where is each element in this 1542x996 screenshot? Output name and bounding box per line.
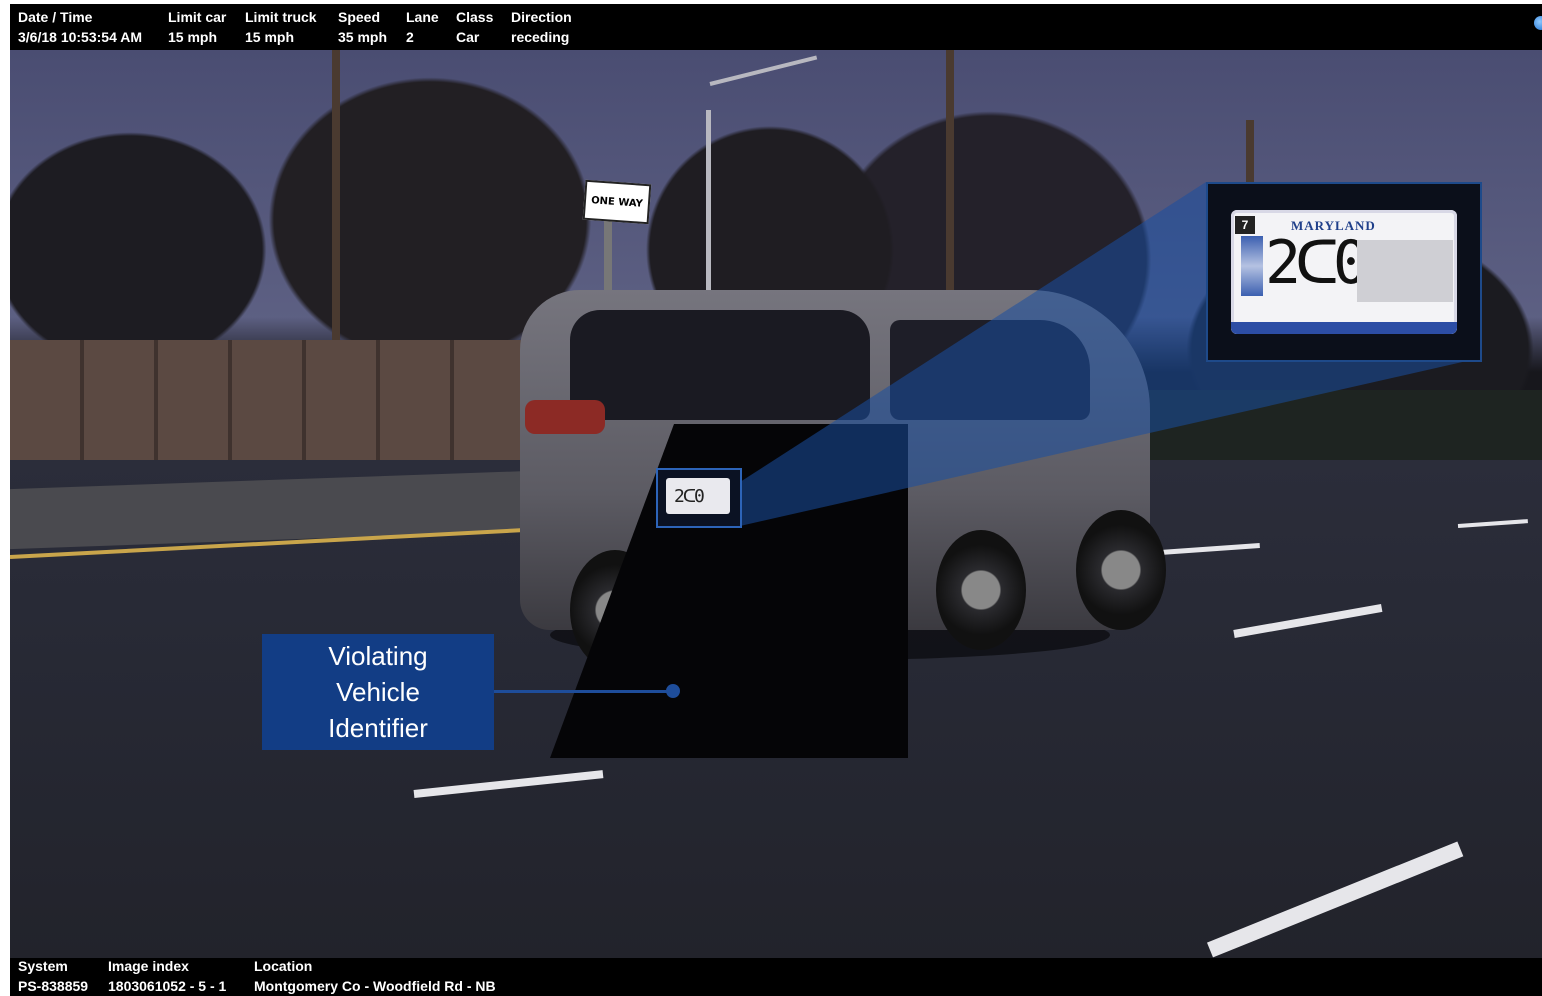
field-value: 35 mph — [338, 29, 388, 45]
field-label: Speed — [338, 9, 381, 25]
field-date-time: Date / Time 3/6/18 10:53:54 AM — [18, 7, 142, 47]
field-value: 15 mph — [245, 29, 295, 45]
field-system: System PS-838859 — [18, 956, 88, 996]
field-value: Montgomery Co - Woodfield Rd - NB — [254, 978, 496, 994]
field-value: PS-838859 — [18, 978, 89, 994]
field-value: 15 mph — [168, 29, 218, 45]
header-data-strip: Date / Time 3/6/18 10:53:54 AM Limit car… — [10, 4, 1542, 50]
plate-number: 2ᑕ0 — [1265, 228, 1369, 298]
field-label: Date / Time — [18, 9, 93, 25]
field-label: Limit truck — [245, 9, 317, 25]
field-label: Limit car — [168, 9, 227, 25]
license-plate-enlarged: 7 MARYLAND 2ᑕ0 — [1231, 210, 1457, 334]
field-label: Location — [254, 958, 313, 974]
plate-sticker: 7 — [1235, 216, 1255, 234]
field-value: Car — [456, 29, 480, 45]
flag-icon — [1241, 236, 1263, 296]
plate-footer — [1231, 322, 1457, 334]
field-value: receding — [511, 29, 570, 45]
field-speed: Speed 35 mph — [338, 7, 387, 47]
field-limit-truck: Limit truck 15 mph — [245, 7, 317, 47]
callout-leader-line — [494, 690, 672, 693]
plate-redaction — [1357, 240, 1453, 302]
field-location: Location Montgomery Co - Woodfield Rd - … — [254, 956, 496, 996]
field-image-index: Image index 1803061052 - 5 - 1 — [108, 956, 226, 996]
field-class: Class Car — [456, 7, 493, 47]
field-label: Class — [456, 9, 494, 25]
globe-icon[interactable] — [1534, 16, 1542, 30]
license-plate-small: 2ᑕ0 — [666, 478, 730, 514]
field-value: 2 — [406, 29, 414, 45]
violating-vehicle-callout: Violating Vehicle Identifier — [262, 634, 494, 750]
field-limit-car: Limit car 15 mph — [168, 7, 226, 47]
field-value: 1803061052 - 5 - 1 — [108, 978, 227, 994]
callout-text: Violating Vehicle Identifier — [328, 641, 428, 743]
field-label: Image index — [108, 958, 189, 974]
field-value: 3/6/18 10:53:54 AM — [18, 29, 142, 45]
field-lane: Lane 2 — [406, 7, 439, 47]
field-label: System — [18, 958, 68, 974]
camera-image: ONE WAY 2ᑕ0 7 MARYLAND 2ᑕ0 Violating Veh… — [10, 50, 1542, 958]
field-direction: Direction receding — [511, 7, 572, 47]
field-label: Lane — [406, 9, 439, 25]
camera-frame: Date / Time 3/6/18 10:53:54 AM Limit car… — [10, 4, 1542, 996]
plate-zoom-box: 7 MARYLAND 2ᑕ0 — [1206, 182, 1482, 362]
footer-data-strip: System PS-838859 Image index 1803061052 … — [10, 958, 1542, 996]
field-label: Direction — [511, 9, 572, 25]
callout-dot — [666, 684, 680, 698]
